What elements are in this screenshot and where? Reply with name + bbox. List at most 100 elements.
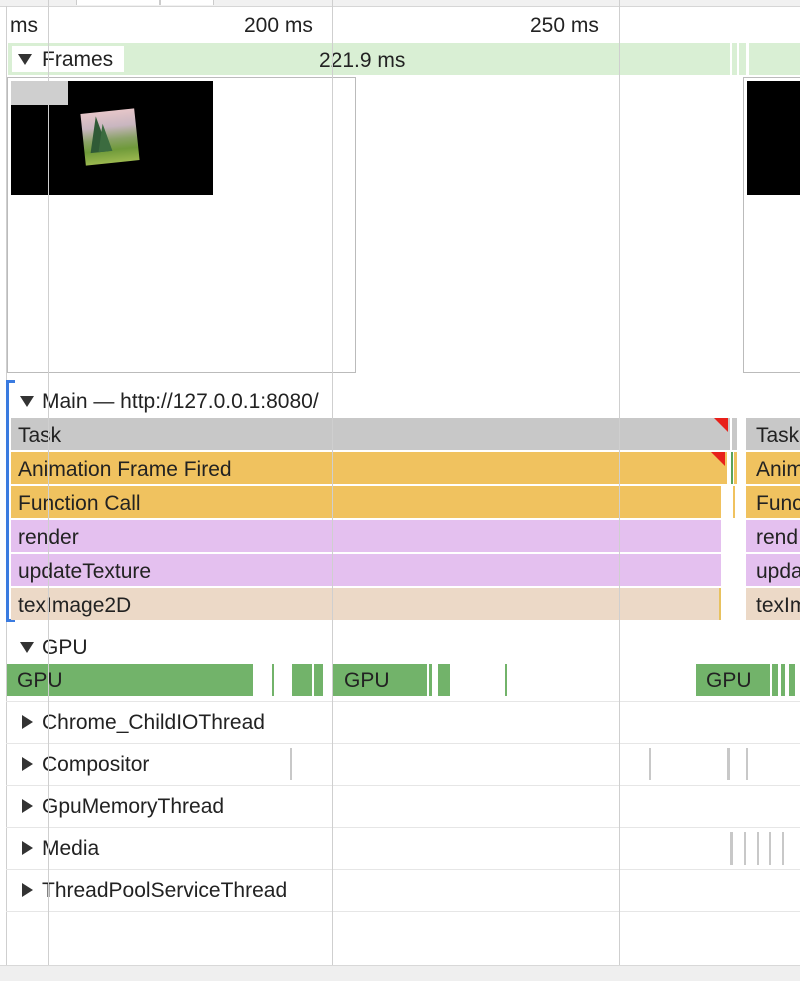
flame-fragment[interactable] [731,452,733,484]
frame-thumbnail-card[interactable] [743,77,800,373]
flame-label: rend [756,526,799,549]
screenshot-overlay [11,81,68,105]
ruler-label: 200 ms [244,14,313,37]
media-event[interactable] [744,832,746,865]
flame-teximage2d[interactable]: texImage2D [11,588,721,620]
media-event[interactable] [769,832,771,865]
ruler-label: ms [10,14,38,37]
media-event[interactable] [730,832,733,865]
frame-thumbnail-card[interactable] [7,77,356,373]
thread-label: Compositor [42,753,150,776]
frames-header[interactable]: Frames [12,46,124,72]
flame-animation-frame-fired[interactable]: Animation Frame Fired [11,452,727,484]
frames-track-bar: Frames 221.9 ms [8,43,800,75]
gpu-block-label: GPU [344,669,390,692]
flame-label: upda [756,560,800,583]
flame-update-texture-continued[interactable]: upda [746,554,800,586]
frame-screenshot [747,81,800,195]
gpu-block[interactable] [789,664,795,696]
flame-task-fragment[interactable] [732,418,737,450]
flame-label: updateTexture [18,560,152,583]
gpu-track-header[interactable]: GPU [14,634,214,660]
collapse-triangle-icon[interactable] [18,54,32,65]
gpu-block[interactable]: GPU [333,664,427,696]
horizontal-scrollbar[interactable] [0,965,800,981]
flame-label: texImage2D [18,594,132,617]
gpu-track-label: GPU [42,636,88,659]
row-separator [6,827,800,828]
compositor-event[interactable] [727,748,730,780]
long-task-flag-icon [714,418,728,432]
row-separator [6,869,800,870]
frame-duration: 221.9 ms [319,49,406,72]
toolbar-tab[interactable] [76,0,160,5]
flame-animation-frame-continued[interactable]: Anim [746,452,800,484]
thread-row-compositor[interactable]: Compositor [14,752,414,778]
flame-label: Animation Frame Fired [18,458,232,481]
flame-task-continued[interactable]: Task [746,418,800,450]
gpu-block[interactable]: GPU [7,664,253,696]
gpu-block[interactable]: GPU [696,664,770,696]
compositor-event[interactable] [290,748,292,780]
flame-render[interactable]: render [11,520,721,552]
thread-label: ThreadPoolServiceThread [42,879,288,902]
expand-triangle-icon[interactable] [22,715,33,729]
gpu-block[interactable] [438,664,450,696]
thread-label: Chrome_ChildIOThread [42,711,265,734]
frame-divider [730,43,732,75]
gpu-block[interactable] [772,664,778,696]
long-task-flag-icon [711,452,725,466]
gpu-block[interactable] [272,664,274,696]
flame-label: Anim [756,458,800,481]
gpu-block[interactable] [505,664,507,696]
gpu-block-label: GPU [706,669,752,692]
flame-task[interactable]: Task [11,418,730,450]
expand-triangle-icon[interactable] [22,799,33,813]
collapse-triangle-icon[interactable] [20,396,34,407]
thread-row-media[interactable]: Media [14,836,414,862]
flame-label: render [18,526,79,549]
texture-image [80,108,140,166]
thread-row-gpumemorythread[interactable]: GpuMemoryThread [14,794,414,820]
media-event[interactable] [782,832,784,865]
flame-label: texIm [756,594,800,617]
flame-label: Func [756,492,800,515]
collapse-triangle-icon[interactable] [20,642,34,653]
compositor-event[interactable] [746,748,748,780]
thread-label: GpuMemoryThread [42,795,225,818]
media-event[interactable] [757,832,759,865]
gpu-block[interactable] [292,664,312,696]
gpu-block[interactable] [781,664,785,696]
ruler-label: 250 ms [530,14,599,37]
gpu-block-label: GPU [17,669,63,692]
main-track-header[interactable]: Main — http://127.0.0.1:8080/ [14,388,514,414]
time-ruler: ms 200 ms 250 ms [0,6,800,42]
toolbar-tab[interactable] [160,0,214,5]
flame-fragment[interactable] [734,452,737,484]
flame-update-texture[interactable]: updateTexture [11,554,721,586]
flame-label: Task [756,424,800,447]
gpu-block[interactable] [314,664,323,696]
main-track-title: Main — http://127.0.0.1:8080/ [42,390,319,413]
flame-render-continued[interactable]: rend [746,520,800,552]
flame-function-call-continued[interactable]: Func [746,486,800,518]
frame-divider [737,43,739,75]
thread-row-threadpoolservicethread[interactable]: ThreadPoolServiceThread [14,878,414,904]
frames-label: Frames [42,48,114,71]
flame-label: Function Call [18,492,141,515]
gpu-block[interactable] [429,664,432,696]
thread-row-chrome-childiothread[interactable]: Chrome_ChildIOThread [14,710,414,736]
expand-triangle-icon[interactable] [22,883,33,897]
row-separator [6,701,800,702]
flame-teximage2d-continued[interactable]: texIm [746,588,800,620]
frame-divider [746,43,749,75]
flame-fragment[interactable] [733,486,735,518]
expand-triangle-icon[interactable] [22,757,33,771]
selected-track-marker [6,380,9,622]
compositor-event[interactable] [649,748,651,780]
flame-function-call[interactable]: Function Call [11,486,721,518]
tree-shape [95,122,113,153]
row-separator [6,785,800,786]
frame-screenshot [11,81,213,195]
expand-triangle-icon[interactable] [22,841,33,855]
